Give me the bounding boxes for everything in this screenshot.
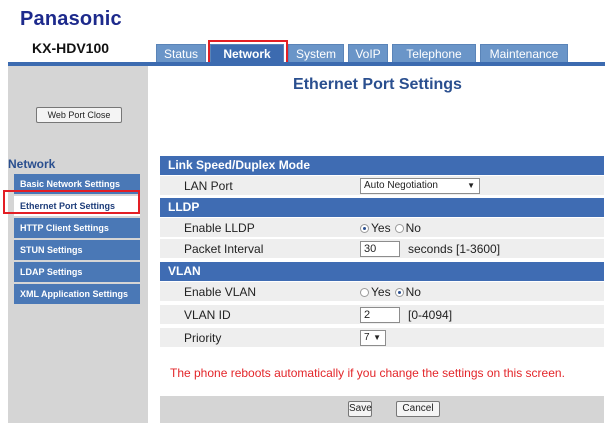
main-tabs: Status Network System VoIP Telephone Mai… bbox=[156, 44, 568, 63]
sidebar-item-stun[interactable]: STUN Settings bbox=[14, 240, 140, 260]
page-title: Ethernet Port Settings bbox=[293, 76, 462, 93]
row-enable-vlan: Enable VLAN Yes No bbox=[160, 282, 604, 302]
enable-vlan-label: Enable VLAN bbox=[184, 285, 257, 299]
tab-system[interactable]: System bbox=[288, 44, 344, 63]
sidebar: Web Port Close Network Basic Network Set… bbox=[8, 66, 148, 423]
chevron-down-icon: ▼ bbox=[467, 181, 475, 190]
row-vlan-id: VLAN ID 2 [0-4094] bbox=[160, 305, 604, 325]
vlan-id-label: VLAN ID bbox=[184, 308, 231, 322]
row-packet-interval: Packet Interval 30 seconds [1-3600] bbox=[160, 239, 604, 259]
row-priority: Priority 7 ▼ bbox=[160, 328, 604, 348]
row-lan-port: LAN Port Auto Negotiation ▼ bbox=[160, 176, 604, 196]
priority-select[interactable]: 7 ▼ bbox=[360, 330, 386, 346]
panasonic-logo: Panasonic bbox=[20, 8, 122, 30]
sidebar-header: Web Port Close bbox=[8, 66, 148, 150]
sidebar-item-http-client[interactable]: HTTP Client Settings bbox=[14, 218, 140, 238]
section-link-speed: Link Speed/Duplex Mode bbox=[160, 156, 604, 175]
lan-port-select[interactable]: Auto Negotiation ▼ bbox=[360, 178, 480, 194]
tab-telephone[interactable]: Telephone bbox=[392, 44, 476, 63]
packet-interval-label: Packet Interval bbox=[184, 242, 264, 256]
sidebar-item-xml-application[interactable]: XML Application Settings bbox=[14, 284, 140, 304]
vlan-yes-label: Yes bbox=[371, 285, 391, 299]
tab-maintenance[interactable]: Maintenance bbox=[480, 44, 568, 63]
vlan-no-radio[interactable] bbox=[394, 287, 404, 297]
ethernet-item-highlight bbox=[3, 190, 140, 214]
chevron-down-icon: ▼ bbox=[373, 333, 381, 342]
vlan-no-label: No bbox=[405, 285, 421, 299]
reboot-notice: The phone reboots automatically if you c… bbox=[170, 366, 565, 380]
sidebar-item-ldap[interactable]: LDAP Settings bbox=[14, 262, 140, 282]
model-name: KX-HDV100 bbox=[32, 40, 110, 56]
packet-interval-input[interactable]: 30 bbox=[360, 241, 400, 257]
lldp-no-label: No bbox=[405, 221, 421, 235]
tab-voip[interactable]: VoIP bbox=[348, 44, 388, 63]
section-lldp: LLDP bbox=[160, 198, 604, 217]
tab-status[interactable]: Status bbox=[156, 44, 206, 63]
section-vlan: VLAN bbox=[160, 262, 604, 281]
tab-network[interactable]: Network bbox=[210, 44, 284, 63]
lldp-yes-radio[interactable] bbox=[360, 223, 369, 233]
action-bar: Save Cancel bbox=[160, 396, 604, 423]
sidebar-title: Network bbox=[8, 157, 56, 171]
lldp-no-radio[interactable] bbox=[394, 223, 404, 233]
priority-label: Priority bbox=[184, 331, 222, 345]
vlan-id-hint: [0-4094] bbox=[408, 308, 453, 322]
vlan-yes-radio[interactable] bbox=[360, 287, 369, 297]
packet-interval-hint: seconds [1-3600] bbox=[408, 242, 501, 256]
row-enable-lldp: Enable LLDP Yes No bbox=[160, 218, 604, 238]
cancel-button[interactable]: Cancel bbox=[396, 401, 440, 417]
enable-lldp-label: Enable LLDP bbox=[184, 221, 255, 235]
vlan-id-input[interactable]: 2 bbox=[360, 307, 400, 323]
main-content: Ethernet Port Settings Link Speed/Duplex… bbox=[150, 66, 605, 423]
lan-port-label: LAN Port bbox=[184, 179, 233, 193]
save-button[interactable]: Save bbox=[348, 401, 372, 417]
web-port-close-button[interactable]: Web Port Close bbox=[36, 107, 122, 123]
lldp-yes-label: Yes bbox=[371, 221, 391, 235]
